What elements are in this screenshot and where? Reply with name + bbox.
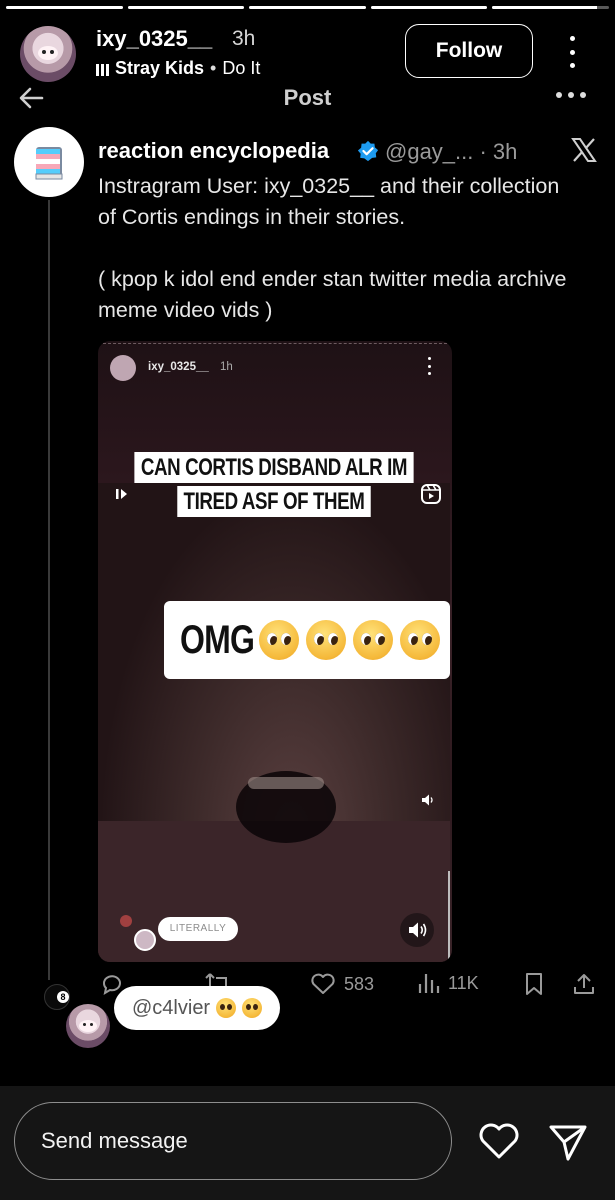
- reply-avatar: [134, 929, 156, 951]
- caption-top: CAN CORTIS DISBAND ALR IM TIRED ASF OF T…: [134, 451, 416, 519]
- x-logo-icon: [571, 138, 597, 162]
- post-more-icon[interactable]: [556, 92, 586, 102]
- story-time: 3h: [232, 27, 256, 50]
- tweet-actions: 583 11K: [0, 972, 615, 1006]
- pleading-face-icon: [305, 620, 346, 660]
- music-separator: •: [210, 58, 217, 78]
- story-username[interactable]: ixy_0325__: [96, 26, 212, 52]
- progress-segment: [249, 6, 366, 9]
- volume-button[interactable]: [400, 913, 434, 947]
- commenter-avatar[interactable]: [66, 1004, 110, 1048]
- thread-line: [48, 200, 50, 980]
- send-paper-plane-icon[interactable]: [548, 1122, 588, 1162]
- book-flag-icon: [35, 147, 63, 180]
- pleading-face-icon: [352, 620, 393, 660]
- views-button[interactable]: 11K: [416, 972, 479, 994]
- verified-badge-icon: [357, 140, 379, 162]
- media-more-icon: [428, 357, 432, 375]
- share-icon: [574, 974, 594, 994]
- progress-segment: [492, 6, 609, 9]
- reels-icon: [421, 484, 441, 504]
- eight-ball-number: 8: [57, 991, 69, 1003]
- progress-segment: [6, 6, 123, 9]
- media-time: 1h: [220, 361, 233, 373]
- avatar[interactable]: [20, 26, 76, 82]
- pleading-face-icon: [216, 998, 237, 1018]
- like-button[interactable]: 583: [310, 972, 374, 996]
- view-count: 11K: [448, 972, 479, 993]
- share-button[interactable]: [572, 972, 596, 996]
- tweet-text-paragraph: Instragram User: ixy_0325__ and their co…: [98, 174, 560, 229]
- volume-icon: [409, 922, 427, 938]
- like-story-heart-icon[interactable]: [478, 1122, 520, 1160]
- play-pause-icon: [116, 489, 127, 499]
- bookmark-icon: [526, 973, 542, 995]
- more-options-icon[interactable]: [566, 36, 578, 68]
- like-count: 583: [344, 973, 375, 994]
- tweet-author-name[interactable]: reaction encyclopedia: [98, 138, 329, 164]
- comment-mention[interactable]: @c4lvier: [132, 986, 210, 1030]
- caption-main: OMG: [164, 601, 450, 679]
- music-track: Do It: [222, 58, 261, 78]
- tweet-text-paragraph: ( kpop k idol end ender stan twitter med…: [98, 267, 567, 322]
- story-avatar: [110, 355, 136, 381]
- caption-top-text: CAN CORTIS DISBAND ALR IM TIRED ASF OF T…: [134, 452, 414, 517]
- post-title: Post: [283, 85, 332, 110]
- music-artist: Stray Kids: [115, 58, 205, 78]
- views-icon: [418, 974, 440, 993]
- pleading-face-icon: [242, 998, 263, 1018]
- music-label[interactable]: Stray Kids • Do It: [96, 58, 260, 79]
- literally-sticker: LITERALLY: [158, 917, 238, 941]
- send-message-input[interactable]: [14, 1102, 452, 1180]
- story-progress: [6, 6, 609, 9]
- volume-icon: [422, 794, 433, 806]
- bookmark-button[interactable]: [524, 972, 544, 996]
- tweet-media-video[interactable]: ixy_0325__ 1h CAN CORTIS DISBAND ALR IM …: [98, 341, 452, 962]
- follow-button[interactable]: Follow: [405, 24, 533, 78]
- tweet-handle-time: @gay_... · 3h: [385, 139, 518, 164]
- story-header: ixy_0325__ 3h Stray Kids • Do It Follow: [20, 24, 595, 82]
- pleading-face-icon: [399, 620, 440, 660]
- message-bar: [0, 1086, 615, 1200]
- progress-segment: [370, 6, 488, 9]
- progress-segment: [127, 6, 245, 9]
- pleading-face-icon: [258, 620, 299, 660]
- tweet-text: Instragram User: ixy_0325__ and their co…: [98, 171, 568, 326]
- comment-bubble: @c4lvier: [114, 986, 281, 1030]
- music-bars-icon: [96, 62, 109, 76]
- media-username: ixy_0325__: [148, 361, 209, 373]
- eight-ball-icon: 8: [44, 984, 70, 1010]
- caption-main-text: OMG: [180, 617, 255, 662]
- pleading-emojis: [258, 620, 440, 660]
- heart-icon: [311, 973, 335, 994]
- tweet-avatar[interactable]: [14, 127, 84, 197]
